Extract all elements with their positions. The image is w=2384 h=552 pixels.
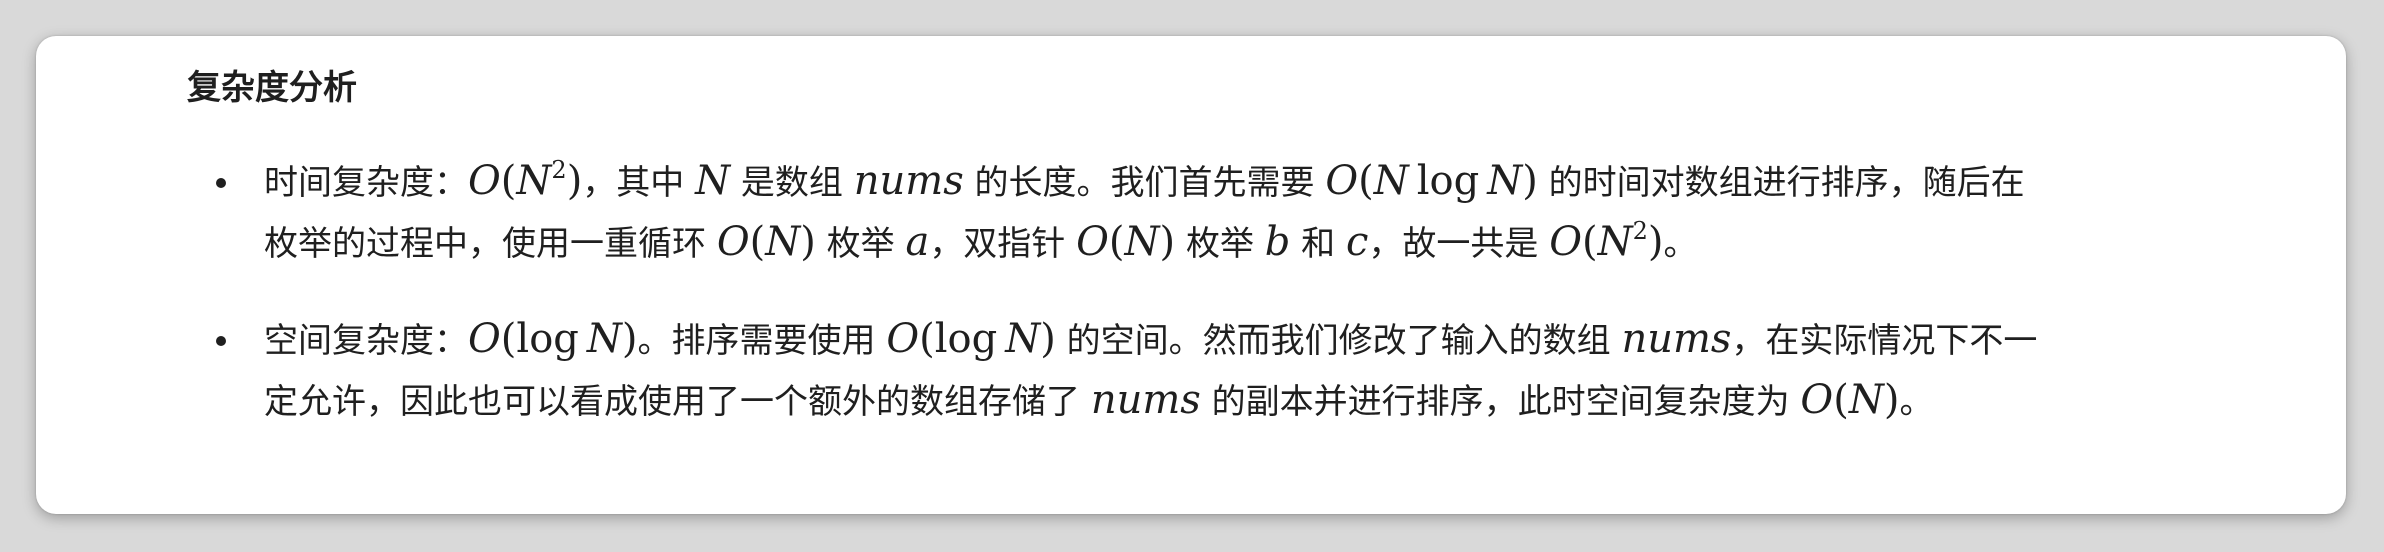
- content-card: 复杂度分析 时间复杂度：O(N2)，其中 N 是数组 nums 的长度。我们首先…: [36, 36, 2346, 514]
- math-expression: a: [905, 219, 930, 265]
- text-run: ，其中: [582, 163, 696, 203]
- text-run: 。: [1899, 382, 1934, 422]
- text-run: 是数组: [730, 163, 854, 203]
- text-run: 的长度。我们首先需要: [963, 163, 1326, 203]
- text-run: 的时间对数组进行排序，随后在: [1537, 163, 2025, 203]
- math-expression: O(log N): [886, 316, 1056, 362]
- item-line: 时间复杂度：O(N2)，其中 N 是数组 nums 的长度。我们首先需要 O(N…: [264, 152, 2227, 213]
- bullet-icon: [216, 336, 226, 346]
- math-expression: O(N2): [1549, 217, 1664, 265]
- text-run: 。排序需要使用: [637, 321, 887, 361]
- text-run: 的空间。然而我们修改了输入的数组: [1055, 321, 1622, 361]
- math-expression: O(log N): [468, 316, 638, 362]
- math-expression: O(N): [1800, 377, 1900, 423]
- math-expression: O(N): [1076, 219, 1176, 265]
- math-expression: nums: [853, 158, 964, 204]
- math-expression: O(N): [716, 219, 816, 265]
- math-expression: O(N2): [468, 156, 583, 204]
- math-expression: N: [695, 158, 731, 204]
- item-line: 枚举的过程中，使用一重循环 O(N) 枚举 a，双指针 O(N) 枚举 b 和 …: [264, 213, 2227, 274]
- item-line: 定允许，因此也可以看成使用了一个额外的数组存储了 nums 的副本并进行排序，此…: [264, 371, 2227, 432]
- text-run: 时间复杂度：: [264, 163, 468, 203]
- text-run: 定允许，因此也可以看成使用了一个额外的数组存储了: [264, 382, 1091, 422]
- math-expression: b: [1264, 219, 1291, 265]
- text-run: 枚举: [1175, 224, 1265, 264]
- math-expression: nums: [1621, 316, 1732, 362]
- text-run: 和: [1290, 224, 1346, 264]
- complexity-list: 时间复杂度：O(N2)，其中 N 是数组 nums 的长度。我们首先需要 O(N…: [187, 152, 2227, 468]
- item-line: 空间复杂度：O(log N)。排序需要使用 O(log N) 的空间。然而我们修…: [264, 310, 2227, 371]
- section-heading: 复杂度分析: [187, 68, 357, 108]
- text-run: ，双指针: [929, 224, 1077, 264]
- text-run: 。: [1663, 224, 1698, 264]
- text-run: ，在实际情况下不一: [1731, 321, 2038, 361]
- math-expression: c: [1346, 219, 1369, 265]
- list-item: 空间复杂度：O(log N)。排序需要使用 O(log N) 的空间。然而我们修…: [187, 310, 2227, 432]
- math-expression: O(N log N): [1325, 158, 1538, 204]
- text-run: ，故一共是: [1368, 224, 1550, 264]
- text-run: 的副本并进行排序，此时空间复杂度为: [1200, 382, 1801, 422]
- text-run: 空间复杂度：: [264, 321, 468, 361]
- list-item: 时间复杂度：O(N2)，其中 N 是数组 nums 的长度。我们首先需要 O(N…: [187, 152, 2227, 274]
- math-expression: nums: [1090, 377, 1201, 423]
- text-run: 枚举的过程中，使用一重循环: [264, 224, 717, 264]
- text-run: 枚举: [815, 224, 906, 264]
- bullet-icon: [216, 178, 226, 188]
